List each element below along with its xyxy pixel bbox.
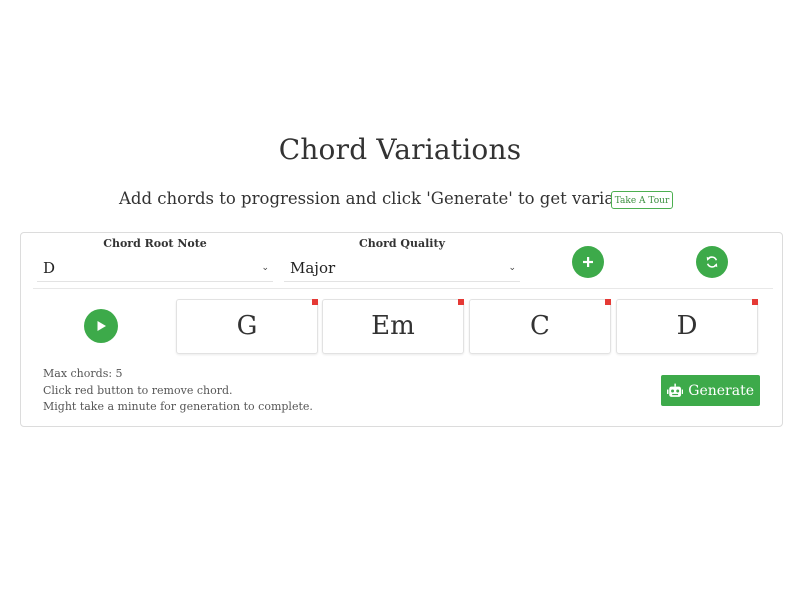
remove-chord-button[interactable] — [458, 299, 464, 305]
remove-chord-button[interactable] — [752, 299, 758, 305]
generate-label: Generate — [688, 382, 754, 399]
refresh-button[interactable] — [696, 246, 728, 278]
subtitle-row: Add chords to progression and click 'Gen… — [0, 189, 800, 213]
remove-chord-button[interactable] — [605, 299, 611, 305]
page-title: Chord Variations — [278, 133, 522, 166]
root-note-select[interactable]: D ⌄ — [37, 255, 273, 282]
chord-progression-card: Chord Root Note D ⌄ Chord Quality Major … — [20, 232, 783, 427]
divider — [33, 288, 773, 289]
chord-quality-value: Major — [290, 259, 336, 277]
generation-time-note: Might take a minute for generation to co… — [43, 400, 313, 413]
chord-name: Em — [371, 311, 415, 341]
chord-quality-label: Chord Quality — [359, 237, 445, 250]
chord-card-1[interactable]: G — [176, 299, 318, 354]
chevron-down-icon: ⌄ — [508, 263, 516, 273]
chord-name: C — [530, 311, 550, 341]
add-chord-button[interactable] — [572, 246, 604, 278]
remove-chord-button[interactable] — [312, 299, 318, 305]
chord-quality-select[interactable]: Major ⌄ — [284, 255, 520, 282]
plus-icon — [583, 257, 593, 267]
play-button[interactable] — [84, 309, 118, 343]
chord-card-4[interactable]: D — [616, 299, 758, 354]
play-icon — [97, 321, 106, 331]
chord-name: G — [236, 311, 258, 341]
chevron-down-icon: ⌄ — [261, 263, 269, 273]
chord-name: D — [676, 311, 698, 341]
generate-button[interactable]: Generate — [661, 375, 760, 406]
take-a-tour-button[interactable]: Take A Tour — [611, 191, 673, 209]
chord-card-2[interactable]: Em — [322, 299, 464, 354]
root-note-label: Chord Root Note — [103, 237, 207, 250]
chord-card-3[interactable]: C — [469, 299, 611, 354]
page: Chord Variations Add chords to progressi… — [0, 0, 800, 600]
refresh-icon — [706, 256, 718, 268]
root-note-value: D — [43, 259, 56, 277]
remove-chord-note: Click red button to remove chord. — [43, 383, 233, 397]
robot-icon — [667, 383, 684, 397]
help-notes: Max chords: 5 Click red button to remove… — [43, 366, 313, 416]
max-chords-note: Max chords: 5 — [43, 367, 123, 380]
page-subtitle: Add chords to progression and click 'Gen… — [119, 189, 656, 208]
